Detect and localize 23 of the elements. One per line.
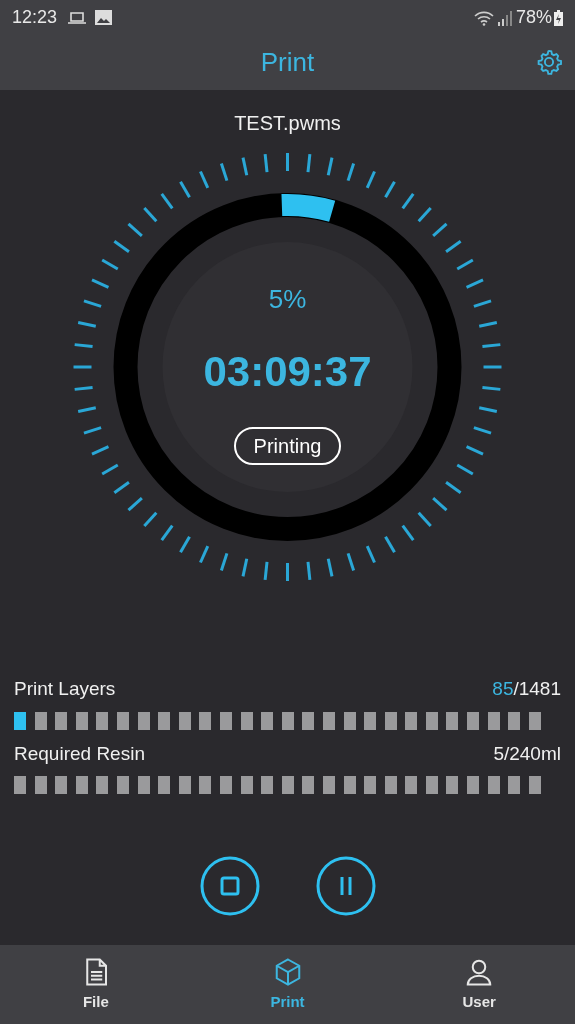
progress-percent: 5% bbox=[268, 283, 307, 316]
laptop-icon bbox=[67, 9, 88, 26]
image-icon bbox=[95, 10, 113, 25]
stop-button[interactable] bbox=[199, 856, 260, 916]
wifi-icon bbox=[473, 9, 494, 26]
stat-label: Print Layers bbox=[14, 677, 116, 701]
file-name: TEST.pwms bbox=[234, 111, 341, 136]
battery-percent: 78% bbox=[515, 6, 552, 29]
signal-icon bbox=[497, 9, 512, 26]
page-title: Print bbox=[260, 46, 315, 79]
remaining-time: 03:09:37 bbox=[203, 347, 372, 397]
stat-value: 85/1481 bbox=[492, 677, 561, 701]
status-badge: Printing bbox=[233, 427, 342, 465]
settings-icon[interactable] bbox=[535, 48, 563, 76]
nav-tab[interactable]: File bbox=[0, 945, 192, 1024]
progress-arc bbox=[281, 194, 335, 222]
nav-tab[interactable]: User bbox=[383, 945, 575, 1024]
battery-icon bbox=[554, 9, 563, 26]
stat-value: 5/240ml bbox=[493, 741, 561, 766]
pause-button[interactable] bbox=[315, 856, 376, 916]
status-time: 12:23 bbox=[12, 6, 58, 29]
stat-label: Required Resin bbox=[14, 741, 145, 766]
nav-tab[interactable]: Print bbox=[191, 945, 384, 1024]
